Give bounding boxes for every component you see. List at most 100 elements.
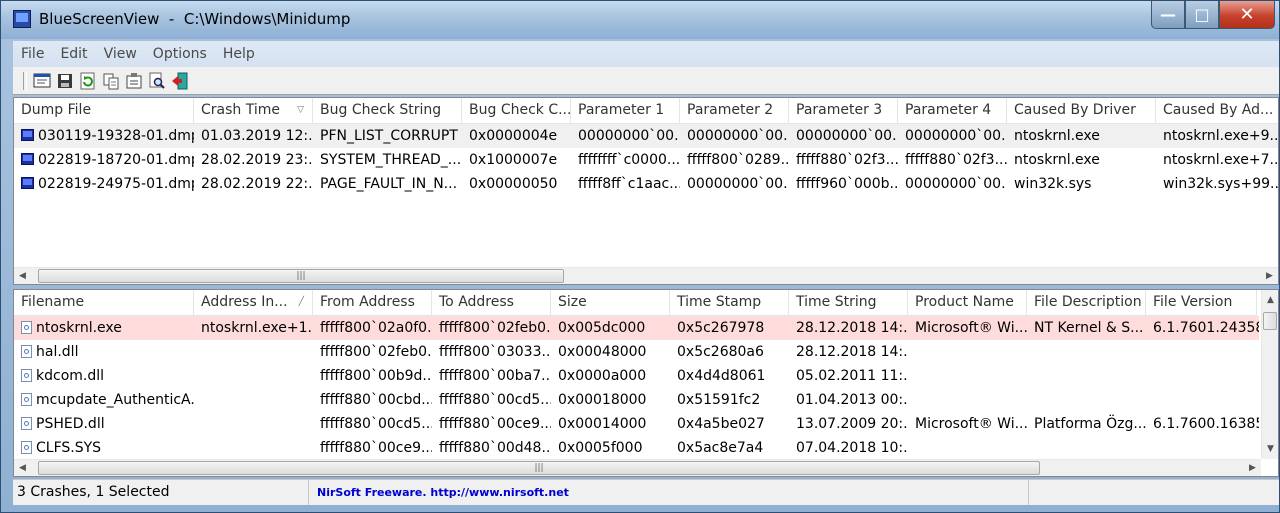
to-address-cell: fffff880`00d48... bbox=[439, 440, 551, 456]
nirsoft-link[interactable]: NirSoft Freeware. http://www.nirsoft.net bbox=[309, 480, 1029, 505]
scroll-left-arrow-icon[interactable]: ◀ bbox=[14, 460, 31, 476]
advanced-options-icon[interactable] bbox=[125, 72, 143, 90]
col-caused-by-driver[interactable]: Caused By Driver bbox=[1007, 98, 1156, 123]
crash-time-cell: 28.02.2019 22:... bbox=[201, 176, 313, 192]
bug-check-string-cell: PFN_LIST_CORRUPT bbox=[320, 128, 458, 144]
properties-icon[interactable] bbox=[33, 72, 51, 90]
col-to-address[interactable]: To Address bbox=[432, 290, 551, 315]
crash-list-pane: Dump File Crash Time ▽ Bug Check String B… bbox=[13, 97, 1279, 285]
refresh-icon[interactable] bbox=[79, 72, 97, 90]
scroll-left-arrow-icon[interactable]: ◀ bbox=[14, 268, 31, 284]
file-description-cell: NT Kernel & S... bbox=[1034, 320, 1144, 336]
menu-file[interactable]: File bbox=[13, 46, 52, 62]
close-button[interactable]: ✕ bbox=[1219, 1, 1275, 29]
driver-file-icon bbox=[21, 393, 32, 406]
filename-cell: ntoskrnl.exe bbox=[14, 316, 194, 340]
product-name-cell bbox=[908, 340, 1027, 364]
col-from-address[interactable]: From Address bbox=[313, 290, 432, 315]
scroll-right-arrow-icon[interactable]: ▶ bbox=[1244, 460, 1261, 476]
file-version-cell: 6.1.7600.16385... bbox=[1153, 416, 1259, 432]
col-time-stamp[interactable]: Time Stamp bbox=[670, 290, 789, 315]
scroll-up-arrow-icon[interactable]: ▲ bbox=[1262, 292, 1278, 308]
dump-file-icon bbox=[21, 129, 34, 141]
filename-text: kdcom.dll bbox=[36, 368, 105, 384]
col-file-description[interactable]: File Description bbox=[1027, 290, 1146, 315]
col-file-version[interactable]: File Version bbox=[1146, 290, 1257, 315]
from-address-cell: fffff880`00cd5... bbox=[320, 416, 432, 432]
menu-edit[interactable]: Edit bbox=[52, 46, 95, 62]
address-in-stack-cell bbox=[194, 364, 313, 388]
maximize-button[interactable]: □ bbox=[1185, 1, 1219, 29]
driver-row[interactable]: hal.dll fffff800`02feb0... fffff800`0303… bbox=[14, 340, 1259, 364]
file-version-cell bbox=[1146, 388, 1259, 412]
col-size[interactable]: Size bbox=[551, 290, 670, 315]
save-icon[interactable] bbox=[56, 72, 74, 90]
time-string-cell: 28.12.2018 14:... bbox=[796, 344, 908, 360]
driver-row[interactable]: PSHED.dll fffff880`00cd5... fffff880`00c… bbox=[14, 412, 1259, 436]
driver-list-vscrollbar[interactable]: ▲ ▼ bbox=[1261, 290, 1278, 459]
caused-by-address-cell: ntoskrnl.exe+7... bbox=[1163, 152, 1278, 168]
filename-text: mcupdate_AuthenticA... bbox=[36, 392, 194, 408]
parameter-4-cell: 00000000`00... bbox=[905, 176, 1007, 192]
app-window: BlueScreenView - C:\Windows\Minidump — □… bbox=[0, 0, 1280, 513]
caption-buttons: — □ ✕ bbox=[1151, 1, 1275, 31]
bluescreenview-app-icon[interactable] bbox=[13, 10, 31, 28]
col-bug-check-string[interactable]: Bug Check String bbox=[313, 98, 462, 123]
file-description-cell: Platforma Özg... bbox=[1034, 416, 1146, 432]
scroll-down-arrow-icon[interactable]: ▼ bbox=[1262, 441, 1278, 457]
menu-options[interactable]: Options bbox=[145, 46, 215, 62]
scroll-thumb[interactable]: ||| bbox=[38, 461, 1040, 475]
product-name-cell bbox=[908, 436, 1027, 460]
sort-ascending-icon: ╱ bbox=[298, 297, 304, 307]
size-cell: 0x005dc000 bbox=[558, 320, 646, 336]
col-address-in-stack[interactable]: Address In... ╱ bbox=[194, 290, 313, 315]
parameter-4-cell: 00000000`00... bbox=[905, 128, 1007, 144]
col-crash-time[interactable]: Crash Time ▽ bbox=[194, 98, 313, 123]
to-address-cell: fffff800`03033... bbox=[439, 344, 551, 360]
filename-cell: kdcom.dll bbox=[14, 364, 194, 388]
crash-list-header: Dump File Crash Time ▽ Bug Check String B… bbox=[14, 98, 1278, 124]
driver-row[interactable]: mcupdate_AuthenticA... fffff880`00cbd...… bbox=[14, 388, 1259, 412]
driver-row[interactable]: ntoskrnl.exe ntoskrnl.exe+1... fffff800`… bbox=[14, 316, 1259, 340]
exit-icon[interactable] bbox=[171, 72, 189, 90]
crash-row[interactable]: 022819-18720-01.dmp 28.02.2019 23:... SY… bbox=[14, 148, 1278, 172]
col-parameter-4[interactable]: Parameter 4 bbox=[898, 98, 1007, 123]
minimize-button[interactable]: — bbox=[1151, 1, 1185, 29]
file-description-cell bbox=[1027, 364, 1146, 388]
col-parameter-3[interactable]: Parameter 3 bbox=[789, 98, 898, 123]
col-parameter-1[interactable]: Parameter 1 bbox=[571, 98, 680, 123]
driver-list-pane: Filename Address In... ╱ From Address To … bbox=[13, 289, 1279, 477]
time-stamp-cell: 0x5ac8e7a4 bbox=[677, 440, 764, 456]
driver-row[interactable]: CLFS.SYS fffff880`00ce9... fffff880`00d4… bbox=[14, 436, 1259, 460]
col-dump-file[interactable]: Dump File bbox=[14, 98, 194, 123]
crash-row[interactable]: 030119-19328-01.dmp 01.03.2019 12:... PF… bbox=[14, 124, 1278, 148]
driver-row[interactable]: kdcom.dll fffff800`00b9d... fffff800`00b… bbox=[14, 364, 1259, 388]
col-product-name[interactable]: Product Name bbox=[908, 290, 1027, 315]
driver-list-header: Filename Address In... ╱ From Address To … bbox=[14, 290, 1257, 316]
menu-view[interactable]: View bbox=[96, 46, 145, 62]
col-caused-by-address[interactable]: Caused By Ad... bbox=[1156, 98, 1278, 123]
col-time-string[interactable]: Time String bbox=[789, 290, 908, 315]
col-bug-check-code[interactable]: Bug Check C... bbox=[462, 98, 571, 123]
time-string-cell: 07.04.2018 10:... bbox=[796, 440, 908, 456]
scroll-right-arrow-icon[interactable]: ▶ bbox=[1261, 268, 1278, 284]
vscroll-thumb[interactable] bbox=[1263, 312, 1277, 330]
filename-text: ntoskrnl.exe bbox=[36, 320, 122, 336]
time-stamp-cell: 0x51591fc2 bbox=[677, 392, 761, 408]
title-bar[interactable]: BlueScreenView - C:\Windows\Minidump — □… bbox=[1, 1, 1279, 39]
bug-check-code-cell: 0x1000007e bbox=[469, 152, 558, 168]
toolbar-separator bbox=[23, 71, 27, 90]
time-stamp-cell: 0x4d4d8061 bbox=[677, 368, 766, 384]
find-icon[interactable] bbox=[148, 72, 166, 90]
copy-icon[interactable] bbox=[102, 72, 120, 90]
col-parameter-2[interactable]: Parameter 2 bbox=[680, 98, 789, 123]
scroll-thumb[interactable]: ||| bbox=[38, 269, 564, 283]
toolbar bbox=[13, 67, 1279, 95]
menu-help[interactable]: Help bbox=[215, 46, 263, 62]
file-version-cell: 6.1.7601.24358... bbox=[1153, 320, 1259, 336]
driver-file-icon bbox=[21, 321, 32, 334]
col-filename[interactable]: Filename bbox=[14, 290, 194, 315]
driver-list-hscrollbar[interactable]: ◀ ||| ▶ bbox=[14, 459, 1261, 476]
crash-list-hscrollbar[interactable]: ◀ ||| ▶ bbox=[14, 267, 1278, 284]
crash-row[interactable]: 022819-24975-01.dmp 28.02.2019 22:... PA… bbox=[14, 172, 1278, 196]
